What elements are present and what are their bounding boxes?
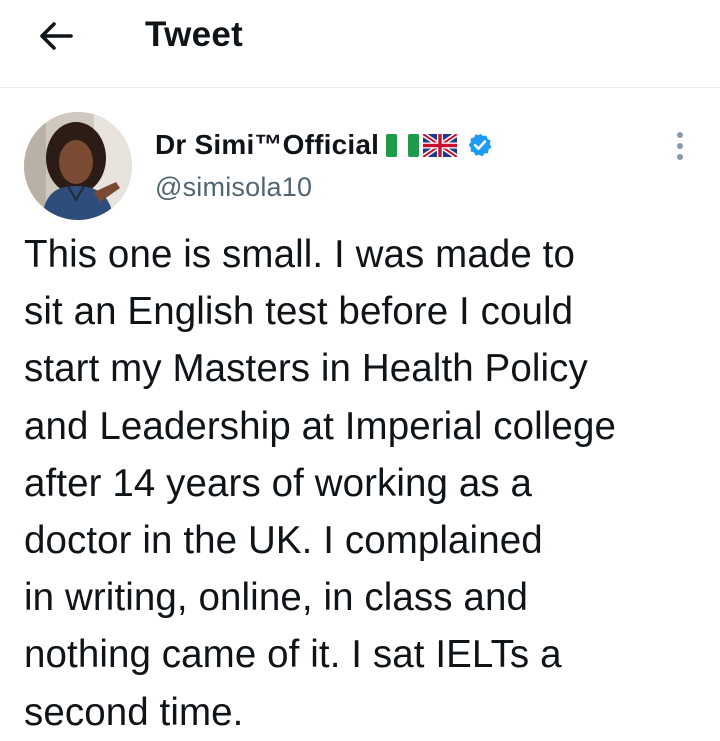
display-name[interactable]: Dr Simi™Official: [155, 129, 379, 161]
uk-flag-icon: [423, 133, 458, 157]
tweet-text-line: after 14 years of working as a: [24, 461, 533, 505]
back-button[interactable]: [30, 12, 82, 60]
tweet-text-line: start my Masters in Health Policy: [24, 347, 588, 391]
tweet-text-line: and Leadership at Imperial college: [24, 404, 616, 448]
tweet-text: This one is small. I was made to sit an …: [24, 226, 714, 741]
tweet-text-line: second time.: [24, 690, 244, 734]
tweet-text-line: nothing came of it. I sat IELTs a: [24, 633, 562, 677]
nigeria-flag-icon: [386, 133, 420, 157]
tweet-text-line: in writing, online, in class and: [24, 576, 528, 620]
tweet-text-line: doctor in the UK. I complained: [24, 519, 543, 563]
author-handle[interactable]: @simisola10: [155, 172, 312, 203]
verified-badge-icon: [468, 133, 492, 157]
tweet-text-line: sit an English test before I could: [24, 290, 574, 334]
arrow-left-icon: [40, 22, 73, 50]
more-vertical-icon: [677, 132, 683, 160]
page-title: Tweet: [145, 15, 244, 54]
top-bar: Tweet: [0, 0, 720, 88]
author-name-row[interactable]: Dr Simi™Official: [155, 127, 493, 163]
tweet-text-line: This one is small. I was made to: [24, 233, 575, 276]
avatar[interactable]: [24, 112, 132, 220]
profile-photo: [24, 112, 132, 220]
more-options-button[interactable]: [664, 126, 696, 166]
